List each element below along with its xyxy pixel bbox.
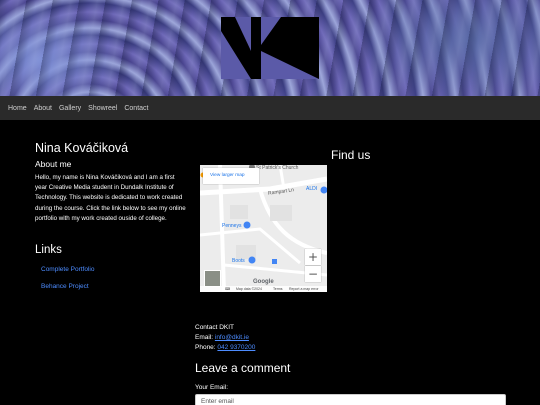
view-larger-map-link[interactable]: View larger map	[210, 173, 245, 178]
nk-logo	[221, 17, 319, 79]
main-navbar: Home About Gallery Showreel Contact	[0, 96, 540, 120]
links-heading: Links	[35, 244, 62, 256]
map-label-boots: Boots	[232, 258, 245, 264]
zoom-out-button[interactable]: −	[305, 266, 321, 282]
nav-contact[interactable]: Contact	[124, 105, 148, 112]
contact-email-link[interactable]: info@dkit.ie	[215, 334, 249, 341]
profile-name: Nina Kováčiková	[35, 141, 129, 155]
about-text: Hello, my name is Nina Kováčiková and I …	[35, 174, 186, 222]
map-label-church: St Patrick's Church	[256, 165, 299, 171]
behance-project-link[interactable]: Behance Project	[41, 283, 89, 290]
map-data-attribution: Map data ©2024	[236, 286, 262, 291]
map-terms-link[interactable]: Terms	[273, 287, 283, 291]
header-banner	[0, 0, 540, 96]
map-label-aldi: ALDI	[306, 186, 318, 192]
nav-about[interactable]: About	[34, 105, 52, 112]
find-us-heading: Find us	[331, 148, 371, 162]
embedded-map[interactable]: St Patrick's Church Rampart Ln ALDI Penn…	[200, 165, 327, 292]
leave-comment-heading: Leave a comment	[195, 361, 291, 375]
contact-phone-link[interactable]: 042 9370200	[217, 344, 255, 351]
map-keyboard-icon[interactable]: ⌨	[225, 287, 230, 291]
map-label-penneys: Penneys	[222, 223, 242, 229]
comment-email-input[interactable]	[195, 394, 506, 405]
map-footer: ⌨ Map data ©2024 Terms Report a map erro…	[200, 286, 327, 292]
contact-email-row: Email: info@dkit.ie	[195, 334, 249, 341]
transit-icon	[272, 259, 277, 264]
your-email-label: Your Email:	[195, 384, 228, 391]
about-heading: About me	[35, 159, 72, 169]
view-larger-map-panel: View larger map	[203, 168, 259, 184]
map-report-error-link[interactable]: Report a map error	[289, 287, 319, 291]
penneys-pin-icon[interactable]	[243, 221, 251, 229]
nav-showreel[interactable]: Showreel	[88, 105, 117, 112]
nav-gallery[interactable]: Gallery	[59, 105, 81, 112]
complete-portfolio-link[interactable]: Complete Portfolio	[41, 266, 94, 273]
street-view-thumbnail[interactable]	[204, 270, 221, 287]
contact-phone-row: Phone: 042 9370200	[195, 344, 255, 351]
boots-pin-icon[interactable]	[248, 256, 256, 264]
google-logo: Google	[253, 279, 274, 285]
zoom-in-button[interactable]: +	[305, 249, 321, 265]
contact-phone-label: Phone:	[195, 344, 218, 351]
nav-home[interactable]: Home	[8, 105, 27, 112]
contact-email-label: Email:	[195, 334, 215, 341]
contact-title: Contact DKIT	[195, 324, 235, 331]
